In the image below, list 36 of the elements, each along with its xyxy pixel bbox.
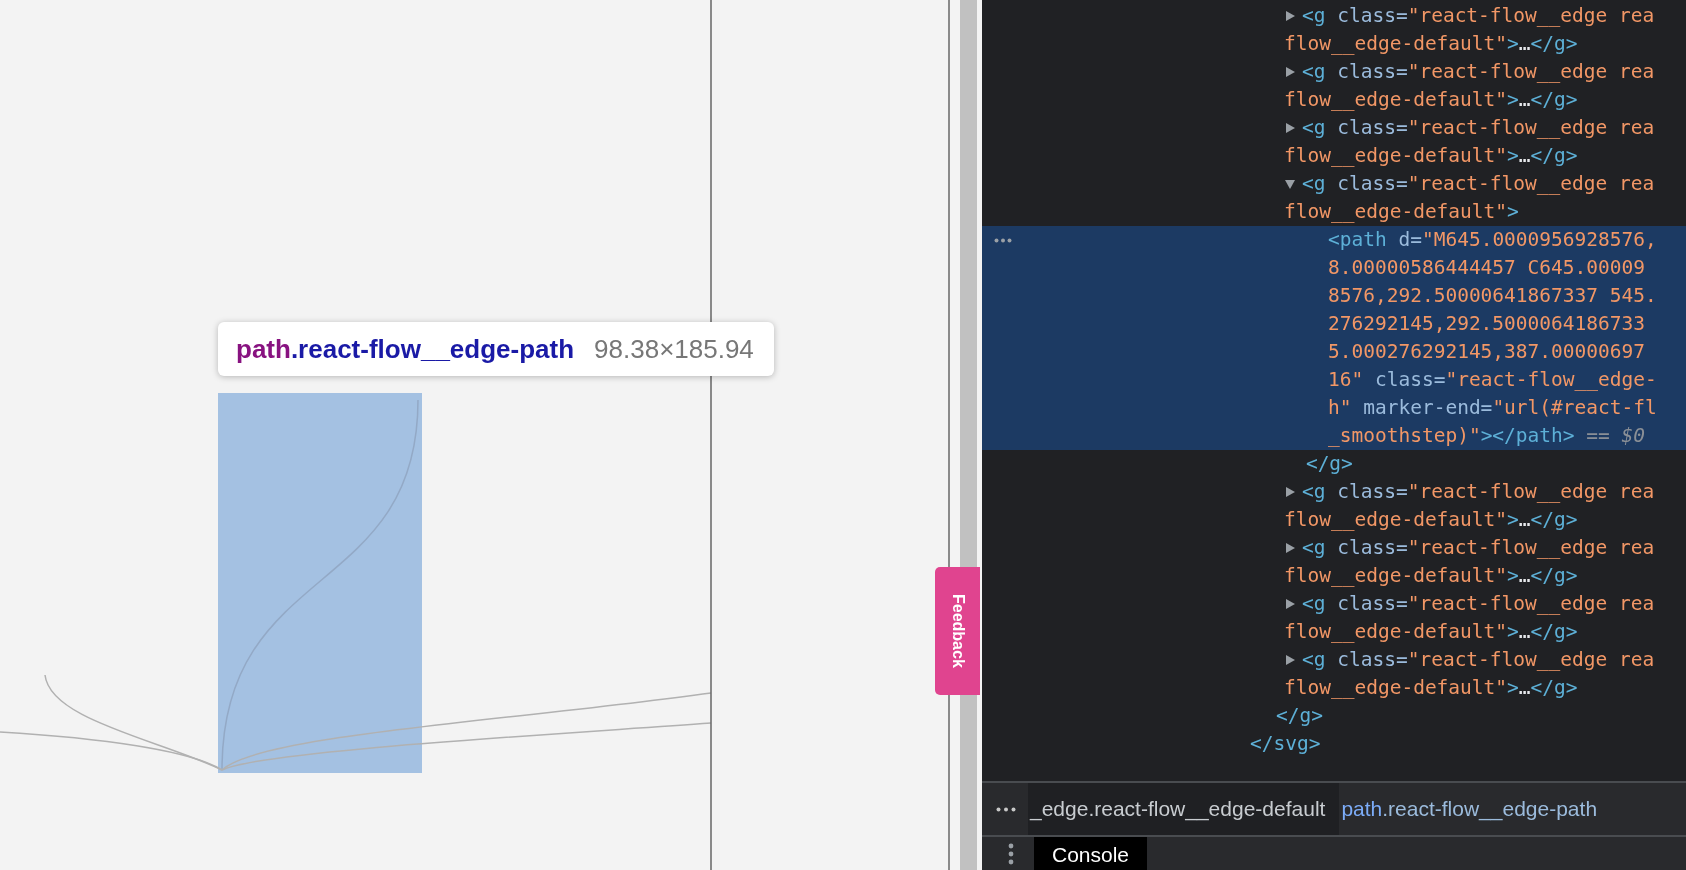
triangle-down-icon[interactable]: [1284, 178, 1296, 190]
code-line[interactable]: <g class="react-flow__edge rea: [1302, 170, 1655, 198]
triangle-right-icon[interactable]: [1284, 654, 1296, 666]
code-line[interactable]: flow__edge-default">…</g>: [1284, 618, 1578, 646]
code-line[interactable]: <g class="react-flow__edge rea: [1302, 58, 1655, 86]
triangle-right-icon[interactable]: [1284, 486, 1296, 498]
feedback-button[interactable]: Feedback: [935, 567, 980, 695]
code-line[interactable]: <g class="react-flow__edge rea: [1302, 114, 1655, 142]
kebab-menu-icon[interactable]: [1008, 843, 1014, 865]
code-line[interactable]: <g class="react-flow__edge rea: [1302, 646, 1655, 674]
triangle-right-icon[interactable]: [1284, 542, 1296, 554]
more-icon[interactable]: [996, 806, 1016, 812]
code-line[interactable]: flow__edge-default">…</g>: [1284, 142, 1578, 170]
code-line[interactable]: </g>: [1305, 450, 1353, 478]
code-line[interactable]: </g>: [1276, 702, 1323, 730]
code-line[interactable]: flow__edge-default">…</g>: [1284, 30, 1578, 58]
triangle-right-icon[interactable]: [1284, 10, 1296, 22]
code-line[interactable]: flow__edge-default">: [1284, 198, 1519, 226]
triangle-right-icon[interactable]: [1284, 122, 1296, 134]
code-line[interactable]: <g class="react-flow__edge rea: [1302, 2, 1655, 30]
triangle-right-icon[interactable]: [1284, 598, 1296, 610]
breadcrumb-item[interactable]: _edge.react-flow__edge-default: [1028, 783, 1340, 835]
code-line[interactable]: <g class="react-flow__edge rea: [1302, 534, 1655, 562]
code-line[interactable]: <g class="react-flow__edge rea: [1302, 478, 1655, 506]
code-line[interactable]: </svg>: [1250, 730, 1321, 758]
code-line[interactable]: flow__edge-default">…</g>: [1284, 674, 1578, 702]
triangle-right-icon[interactable]: [1284, 66, 1296, 78]
size-label: 98.38×185.94: [594, 333, 754, 365]
breadcrumb-item[interactable]: path.react-flow__edge-path: [1339, 783, 1612, 835]
code-line[interactable]: <g class="react-flow__edge rea: [1302, 590, 1655, 618]
selector-label: path.react-flow__edge-path: [236, 333, 575, 365]
more-icon[interactable]: [994, 238, 1012, 243]
code-line[interactable]: flow__edge-default">…</g>: [1284, 86, 1578, 114]
code-line[interactable]: flow__edge-default">…</g>: [1284, 506, 1578, 534]
console-tab[interactable]: Console: [1034, 837, 1148, 870]
code-line[interactable]: flow__edge-default">…</g>: [1284, 562, 1578, 590]
